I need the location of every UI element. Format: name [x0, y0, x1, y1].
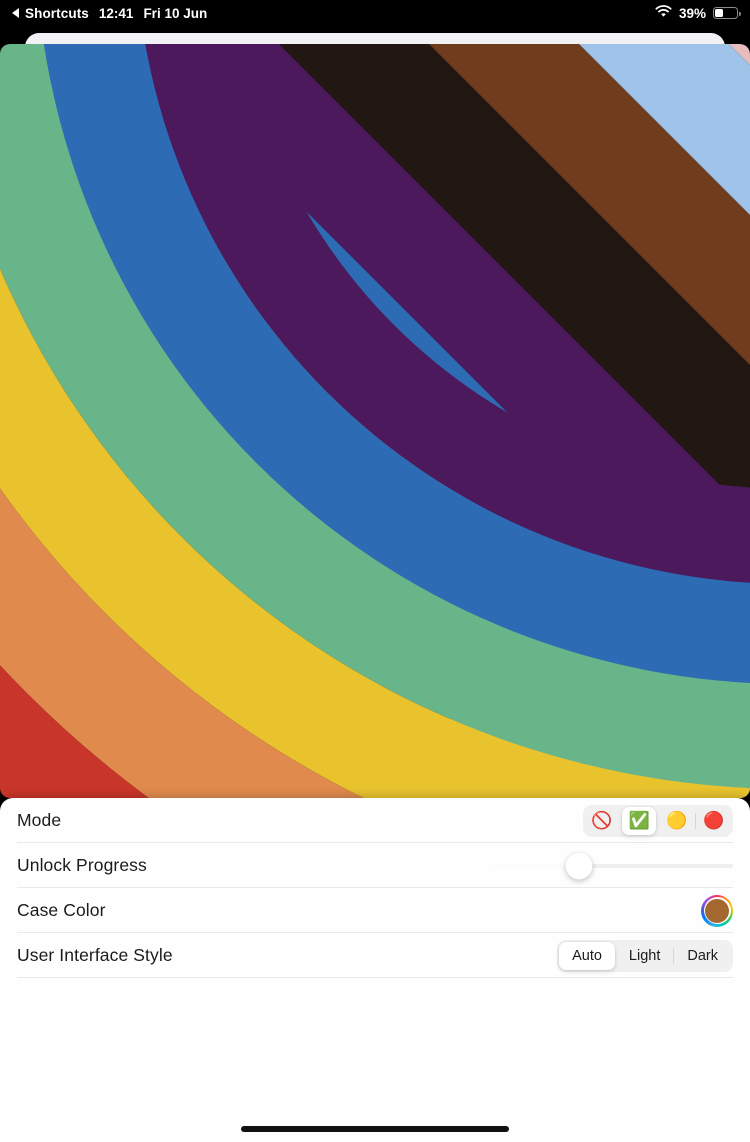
battery-percent-label: 39%: [678, 5, 706, 21]
prohibited-icon: 🚫: [591, 811, 613, 830]
mode-option-red[interactable]: 🔴: [697, 807, 731, 835]
mode-option-prohibited[interactable]: 🚫: [585, 807, 619, 835]
row-case-color-label: Case Color: [17, 900, 106, 920]
row-case-color[interactable]: Case Color: [17, 888, 733, 933]
mode-option-check[interactable]: ✅: [622, 806, 657, 835]
row-case-color-control: [701, 894, 733, 927]
status-bar-date: Fri 10 Jun: [143, 5, 208, 21]
style-option-auto[interactable]: Auto: [559, 941, 615, 970]
row-mode-label: Mode: [17, 810, 62, 830]
mode-segmented-control[interactable]: 🚫 ✅ 🟡 🔴: [583, 804, 733, 837]
red-circle-icon: 🔴: [703, 811, 725, 830]
settings-sheet: Mode 🚫 ✅ 🟡 🔴 Unlock Progress Case Color …: [0, 798, 750, 1142]
style-option-light[interactable]: Light: [616, 942, 673, 970]
row-user-interface-style[interactable]: User Interface Style Auto Light Dark: [17, 933, 733, 978]
yellow-circle-icon: 🟡: [666, 811, 688, 830]
seg-divider: [694, 812, 696, 829]
row-unlock-progress-label: Unlock Progress: [17, 855, 147, 875]
battery-icon: [713, 7, 741, 19]
wifi-icon: [655, 5, 672, 21]
row-unlock-progress[interactable]: Unlock Progress: [17, 843, 733, 888]
row-user-interface-style-label: User Interface Style: [17, 945, 173, 965]
row-mode[interactable]: Mode 🚫 ✅ 🟡 🔴: [17, 798, 733, 843]
back-triangle-icon[interactable]: [12, 8, 19, 18]
row-user-interface-style-control: Auto Light Dark: [557, 939, 733, 972]
user-interface-style-segmented-control[interactable]: Auto Light Dark: [557, 939, 733, 972]
check-mark-button-icon: ✅: [628, 811, 650, 830]
settings-rows: Mode 🚫 ✅ 🟡 🔴 Unlock Progress Case Color …: [0, 798, 750, 978]
status-bar-time: 12:41: [98, 5, 134, 21]
row-mode-control: 🚫 ✅ 🟡 🔴: [583, 804, 733, 837]
home-indicator[interactable]: [241, 1126, 509, 1132]
back-to-app-label[interactable]: Shortcuts: [25, 6, 89, 21]
wallpaper-artwork: [0, 44, 750, 798]
screen: Shortcuts 12:41 Fri 10 Jun 39% Mode 🚫 ✅ …: [0, 0, 750, 1142]
unlock-progress-slider[interactable]: [493, 850, 733, 882]
status-bar-left: Shortcuts 12:41 Fri 10 Jun: [12, 6, 207, 21]
mode-option-yellow[interactable]: 🟡: [660, 807, 694, 835]
slider-knob[interactable]: [565, 852, 593, 879]
case-color-well[interactable]: [701, 894, 733, 927]
row-unlock-progress-control: [493, 850, 733, 882]
status-bar-right: 39%: [655, 5, 741, 21]
case-color-swatch: [705, 898, 729, 923]
status-bar: Shortcuts 12:41 Fri 10 Jun 39%: [0, 0, 750, 26]
wallpaper-preview[interactable]: [0, 44, 750, 798]
style-option-dark[interactable]: Dark: [674, 942, 731, 970]
